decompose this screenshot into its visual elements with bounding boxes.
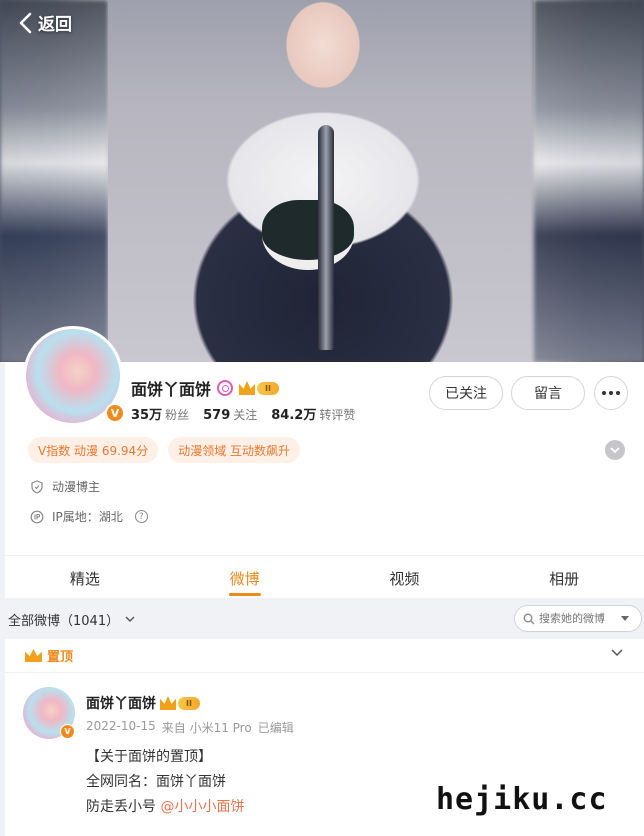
stat-interactions[interactable]: 84.2万 转评赞 — [271, 404, 355, 423]
tab-weibo[interactable]: 微博 — [165, 556, 325, 598]
profile-name: 面饼丫面饼 — [131, 380, 212, 399]
help-icon[interactable]: ? — [134, 510, 148, 523]
tab-video[interactable]: 视频 — [325, 556, 485, 598]
pinned-header: 置顶 — [5, 639, 644, 673]
back-button[interactable]: 返回 — [18, 10, 72, 35]
tab-featured[interactable]: 精选 — [5, 556, 165, 598]
stat-following[interactable]: 579 关注 — [203, 406, 257, 423]
pinned-label: 置顶 — [47, 650, 74, 665]
more-button[interactable] — [594, 376, 628, 410]
crown-icon — [25, 649, 42, 662]
shield-icon — [31, 479, 43, 494]
profile-card: V 面饼丫面饼 II 35万 粉丝 579 关注 84.2万 转评赞 已关注 留言 V… — [5, 326, 644, 555]
ip-text: IP属地：湖北 — [52, 510, 123, 524]
vip-level: II — [178, 696, 200, 710]
vip-badge[interactable]: II — [160, 696, 200, 710]
role-text: 动漫博主 — [52, 480, 101, 494]
cover-left-panel — [0, 0, 108, 362]
message-button[interactable]: 留言 — [511, 376, 585, 410]
more-dots-icon — [602, 391, 620, 395]
verified-badge-icon: V — [105, 403, 125, 423]
post-line: 全网同名：面饼丫面饼 — [86, 774, 226, 790]
search-scope-dropdown-icon[interactable] — [621, 616, 629, 621]
ip-line: IP属地：湖北 ? — [30, 508, 148, 525]
expand-chevron-icon[interactable] — [605, 440, 625, 460]
post-line: 【关于面饼的置顶】 — [86, 749, 212, 765]
verified-badge-icon: V — [60, 724, 75, 739]
back-label: 返回 — [38, 15, 72, 35]
profile-tabs: 精选 微博 视频 相册 — [5, 556, 644, 598]
watermark: hejiku.cc — [436, 782, 608, 817]
ip-location-icon — [30, 510, 44, 523]
cover-figure — [108, 0, 534, 362]
search-box[interactable] — [514, 605, 642, 632]
cover-knife — [318, 125, 334, 350]
chevron-down-icon — [125, 616, 135, 622]
tag-row: V指数 动漫 69.94分 动漫领域 互动数飙升 — [28, 437, 301, 463]
post-author-row: 面饼丫面饼 II — [86, 693, 200, 713]
crown-icon — [239, 381, 256, 395]
chevron-down-icon[interactable] — [611, 649, 623, 657]
post-source: 来自 小米11 Pro — [161, 721, 252, 735]
vip-badge[interactable]: II — [239, 381, 279, 395]
mention-link[interactable]: @小小小面饼 — [160, 799, 244, 815]
cover-bow — [262, 200, 354, 270]
post-date[interactable]: 2022-10-15 — [86, 719, 156, 736]
all-posts-dropdown[interactable]: 全部微博（1041） — [8, 610, 135, 629]
cover-right-panel — [534, 0, 644, 362]
post-line: 防走丢小号 @小小小面饼 — [86, 799, 245, 815]
post-author-name[interactable]: 面饼丫面饼 — [86, 693, 156, 713]
profile-stats: 35万 粉丝 579 关注 84.2万 转评赞 — [131, 404, 355, 423]
post-meta: 2022-10-15 来自 小米11 Pro 已编辑 — [86, 719, 294, 736]
search-icon — [523, 613, 535, 624]
user-level-icon[interactable] — [217, 380, 234, 396]
filter-bar: 全部微博（1041） — [0, 602, 644, 636]
vip-level: II — [257, 381, 279, 395]
cover-image: 返回 — [0, 0, 644, 362]
tag-v-index[interactable]: V指数 动漫 69.94分 — [28, 437, 159, 463]
tab-album[interactable]: 相册 — [484, 556, 644, 598]
all-posts-label: 全部微博（1041） — [8, 614, 120, 629]
role-line: 动漫博主 — [30, 478, 100, 495]
stat-followers[interactable]: 35万 粉丝 — [131, 404, 189, 423]
name-row: 面饼丫面饼 II — [131, 376, 279, 400]
post-edited: 已编辑 — [257, 721, 294, 735]
post-body: 【关于面饼的置顶】 全网同名：面饼丫面饼 防走丢小号 @小小小面饼 — [86, 745, 244, 820]
back-arrow-icon — [19, 12, 32, 33]
follow-button[interactable]: 已关注 — [429, 376, 503, 410]
tag-field[interactable]: 动漫领域 互动数飙升 — [168, 437, 301, 463]
crown-icon — [160, 696, 176, 710]
search-input[interactable] — [539, 612, 615, 625]
